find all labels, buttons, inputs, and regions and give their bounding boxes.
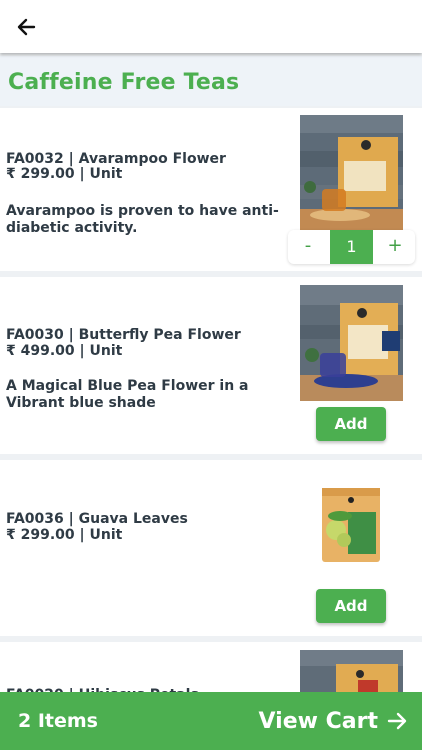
increase-quantity-button[interactable]: + (375, 230, 415, 264)
product-title: FA0032 | Avarampoo Flower (6, 151, 226, 167)
back-button[interactable] (12, 12, 42, 42)
product-image[interactable] (300, 285, 403, 401)
product-card: FA0036 | Guava Leaves ₹ 299.00 | Unit Ad… (0, 460, 422, 636)
product-title: FA0030 | Butterfly Pea Flower (6, 327, 241, 343)
quantity-stepper: - 1 + (288, 230, 415, 264)
product-title: FA0036 | Guava Leaves (6, 511, 188, 527)
product-description: Avarampoo is proven to have anti-diabeti… (6, 203, 279, 236)
decrease-quantity-button[interactable]: - (288, 230, 328, 264)
product-price: ₹ 499.00 | Unit (6, 343, 123, 359)
category-header: Caffeine Free Teas (0, 56, 422, 106)
product-description: A Magical Blue Pea Flower in a Vibrant b… (6, 378, 249, 411)
product-card: FA0032 | Avarampoo Flower ₹ 299.00 | Uni… (0, 108, 422, 271)
quantity-value: 1 (330, 230, 373, 264)
view-cart-label: View Cart (258, 708, 378, 734)
app-bar (0, 0, 422, 53)
category-title: Caffeine Free Teas (8, 70, 240, 95)
add-to-cart-button[interactable]: Add (316, 407, 386, 441)
view-cart-button[interactable]: View Cart (259, 704, 408, 738)
arrow-right-icon (387, 712, 407, 730)
arrow-left-icon (17, 18, 36, 36)
cart-bar: 2 Items View Cart (0, 692, 422, 750)
add-to-cart-button[interactable]: Add (316, 589, 386, 623)
product-card: FA0030 | Butterfly Pea Flower ₹ 499.00 |… (0, 277, 422, 454)
product-image[interactable] (318, 482, 384, 564)
cart-item-count: 2 Items (18, 710, 98, 732)
product-price: ₹ 299.00 | Unit (6, 166, 123, 182)
product-price: ₹ 299.00 | Unit (6, 527, 123, 543)
product-image[interactable] (300, 115, 403, 231)
